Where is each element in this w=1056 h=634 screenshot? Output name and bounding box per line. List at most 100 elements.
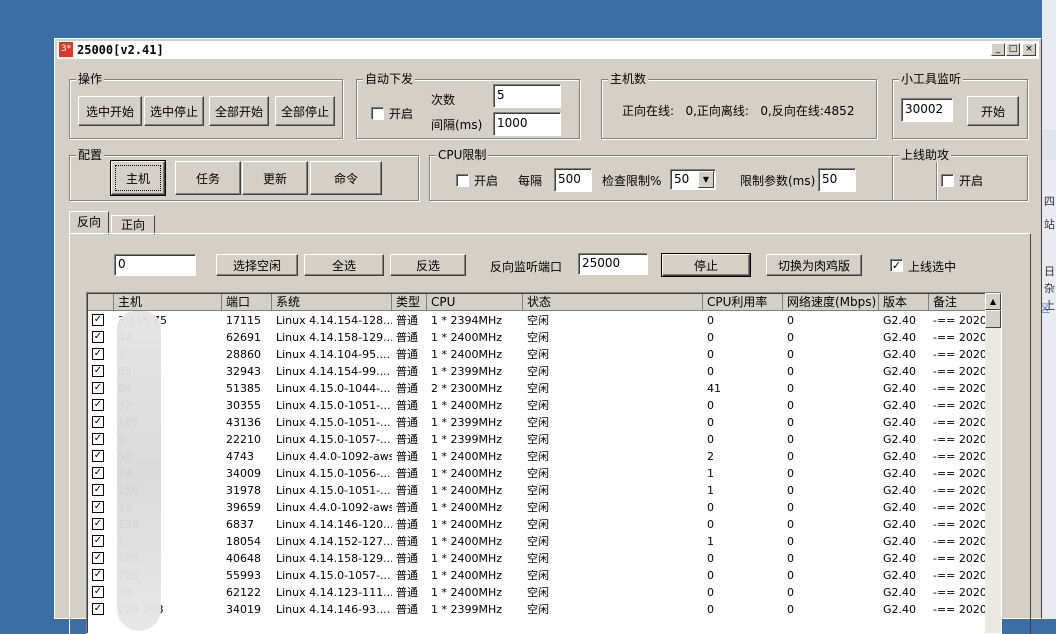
config-task-button[interactable]: 任务 xyxy=(175,161,241,195)
title-bar[interactable]: 3* 25000[v2.41] _ □ × xyxy=(57,41,1039,59)
row-checkbox[interactable]: ✓ xyxy=(92,450,104,462)
cpu-param-input[interactable]: 50 xyxy=(818,168,856,192)
select-idle-button[interactable]: 选择空闲 xyxy=(216,254,298,276)
column-header-version[interactable]: 版本 xyxy=(879,294,929,311)
cpu-check-select[interactable]: 50 ▼ xyxy=(670,169,716,190)
table-row[interactable]: ✓1396837Linux 4.14.146-120...普通1 * 2400M… xyxy=(88,516,999,533)
table-row[interactable]: ✓8532943Linux 4.14.154-99....普通1 * 2399M… xyxy=(88,363,999,380)
start-all-button[interactable]: 全部开始 xyxy=(209,96,269,126)
cell-check[interactable]: ✓ xyxy=(88,448,114,465)
cell-check[interactable]: ✓ xyxy=(88,414,114,431)
row-checkbox[interactable]: ✓ xyxy=(92,331,104,343)
column-header-check[interactable] xyxy=(88,294,114,311)
table-row[interactable]: ✓15631978Linux 4.15.0-1051-...普通1 * 2400… xyxy=(88,482,999,499)
tool-start-button[interactable]: 开始 xyxy=(967,96,1019,126)
maximize-button[interactable]: □ xyxy=(1006,43,1020,56)
table-row[interactable]: ✓504743Linux 4.4.0-1092-aws普通1 * 2400MHz… xyxy=(88,448,999,465)
cell-check[interactable]: ✓ xyxy=(88,397,114,414)
table-row[interactable]: ✓1434009Linux 4.15.0-1056-...普通1 * 2400M… xyxy=(88,465,999,482)
stop-listen-button[interactable]: 停止 xyxy=(661,253,751,277)
column-header-cpu[interactable]: CPU xyxy=(427,294,523,311)
row-checkbox[interactable]: ✓ xyxy=(92,348,104,360)
vertical-scrollbar[interactable]: ▲ xyxy=(985,293,1001,633)
table-row[interactable]: ✓3.215.7517115Linux 4.14.154-128...普通1 *… xyxy=(88,312,999,329)
tool-port-input[interactable]: 30002 xyxy=(901,98,953,122)
row-checkbox[interactable]: ✓ xyxy=(92,501,104,513)
row-checkbox[interactable]: ✓ xyxy=(92,586,104,598)
online-assist-checkbox[interactable] xyxy=(941,174,954,187)
scroll-thumb[interactable] xyxy=(985,310,1001,328)
cell-check[interactable]: ✓ xyxy=(88,533,114,550)
table-row[interactable]: ✓6451385Linux 4.15.0-1044-...普通2 * 2300M… xyxy=(88,380,999,397)
auto-enable-checkbox[interactable] xyxy=(371,107,384,120)
cell-check[interactable]: ✓ xyxy=(88,465,114,482)
row-checkbox[interactable]: ✓ xyxy=(92,365,104,377)
table-row[interactable]: ✓18543136Linux 4.15.0-1051-...普通1 * 2399… xyxy=(88,414,999,431)
online-select-checkbox[interactable]: ✓ xyxy=(890,259,903,272)
config-update-button[interactable]: 更新 xyxy=(242,161,308,195)
reverse-port-input[interactable]: 25000 xyxy=(578,253,648,275)
table-row[interactable]: ✓ 1 18054 Linux 4.14.152-127... 普通 1 * 2400MH… xyxy=(88,533,999,550)
count-input[interactable]: 5 xyxy=(493,84,561,108)
filter-input[interactable]: 0 xyxy=(114,254,196,276)
row-checkbox[interactable]: ✓ xyxy=(92,314,104,326)
cell-check[interactable]: ✓ xyxy=(88,346,114,363)
cell-check[interactable]: ✓ xyxy=(88,550,114,567)
column-header-type[interactable]: 类型 xyxy=(392,294,427,311)
cpu-every-input[interactable]: 500 xyxy=(554,168,592,192)
table-row[interactable]: ✓22655993Linux 4.15.0-1057-...普通1 * 2400… xyxy=(88,567,999,584)
table-row[interactable]: ✓224.24834019Linux 4.14.146-93....普通1 * … xyxy=(88,601,999,618)
row-checkbox[interactable]: ✓ xyxy=(92,399,104,411)
row-checkbox[interactable]: ✓ xyxy=(92,382,104,394)
table-row[interactable]: ✓1339659Linux 4.4.0-1092-aws普通1 * 2400MH… xyxy=(88,499,999,516)
tab-forward[interactable]: 正向 xyxy=(111,215,155,235)
config-command-button[interactable]: 命令 xyxy=(310,161,382,195)
column-header-system[interactable]: 系统 xyxy=(272,294,392,311)
stop-all-button[interactable]: 全部停止 xyxy=(275,96,335,126)
tab-reverse[interactable]: 反向 xyxy=(69,211,109,235)
table-row[interactable]: ✓5230355Linux 4.15.0-1051-...普通1 * 2400M… xyxy=(88,397,999,414)
cell-check[interactable]: ✓ xyxy=(88,499,114,516)
cpu-enable-checkbox[interactable] xyxy=(456,174,469,187)
cell-check[interactable]: ✓ xyxy=(88,584,114,601)
cell-check[interactable]: ✓ xyxy=(88,601,114,618)
row-checkbox[interactable]: ✓ xyxy=(92,416,104,428)
switch-version-button[interactable]: 切换为肉鸡版 xyxy=(766,254,862,276)
start-selected-button[interactable]: 选中开始 xyxy=(78,96,142,126)
config-host-button[interactable]: 主机 xyxy=(110,160,166,196)
cell-check[interactable]: ✓ xyxy=(88,380,114,397)
table-row[interactable]: ✓328860Linux 4.14.104-95....普通1 * 2400MH… xyxy=(88,346,999,363)
cell-check[interactable]: ✓ xyxy=(88,482,114,499)
minimize-button[interactable]: _ xyxy=(991,43,1005,56)
stop-selected-button[interactable]: 选中停止 xyxy=(144,96,204,126)
close-button[interactable]: × xyxy=(1022,43,1036,56)
row-checkbox[interactable]: ✓ xyxy=(92,552,104,564)
column-header-host[interactable]: 主机 xyxy=(114,294,222,311)
interval-input[interactable]: 1000 xyxy=(493,112,561,136)
cell-check[interactable]: ✓ xyxy=(88,363,114,380)
cell-check[interactable]: ✓ xyxy=(88,567,114,584)
desktop-link[interactable]: 流量社区 xyxy=(1042,300,1050,316)
cell-check[interactable]: ✓ xyxy=(88,516,114,533)
chevron-down-icon[interactable]: ▼ xyxy=(698,171,714,188)
row-checkbox[interactable]: ✓ xyxy=(92,433,104,445)
cell-check[interactable]: ✓ xyxy=(88,431,114,448)
invert-selection-button[interactable]: 反选 xyxy=(390,254,466,276)
column-header-port[interactable]: 端口 xyxy=(222,294,272,311)
row-checkbox[interactable]: ✓ xyxy=(92,467,104,479)
row-checkbox[interactable]: ✓ xyxy=(92,484,104,496)
cell-check[interactable]: ✓ xyxy=(88,329,114,346)
column-header-cpu-usage[interactable]: CPU利用率 xyxy=(703,294,783,311)
row-checkbox[interactable]: ✓ xyxy=(92,535,104,547)
row-checkbox[interactable]: ✓ xyxy=(92,569,104,581)
table-row[interactable]: ✓4462691Linux 4.14.158-129...普通1 * 2400M… xyxy=(88,329,999,346)
table-row[interactable]: ✓922210Linux 4.15.0-1057-...普通1 * 2399MH… xyxy=(88,431,999,448)
column-header-status[interactable]: 状态 xyxy=(523,294,703,311)
table-row[interactable]: ✓3362122Linux 4.14.123-111...普通1 * 2400M… xyxy=(88,584,999,601)
cell-check[interactable]: ✓ xyxy=(88,312,114,329)
row-checkbox[interactable]: ✓ xyxy=(92,603,104,615)
column-header-net-speed[interactable]: 网络速度(Mbps) xyxy=(783,294,879,311)
select-all-button[interactable]: 全选 xyxy=(304,254,384,276)
scroll-up-icon[interactable]: ▲ xyxy=(985,293,1001,310)
table-row[interactable]: ✓18540648Linux 4.14.158-129...普通1 * 2400… xyxy=(88,550,999,567)
